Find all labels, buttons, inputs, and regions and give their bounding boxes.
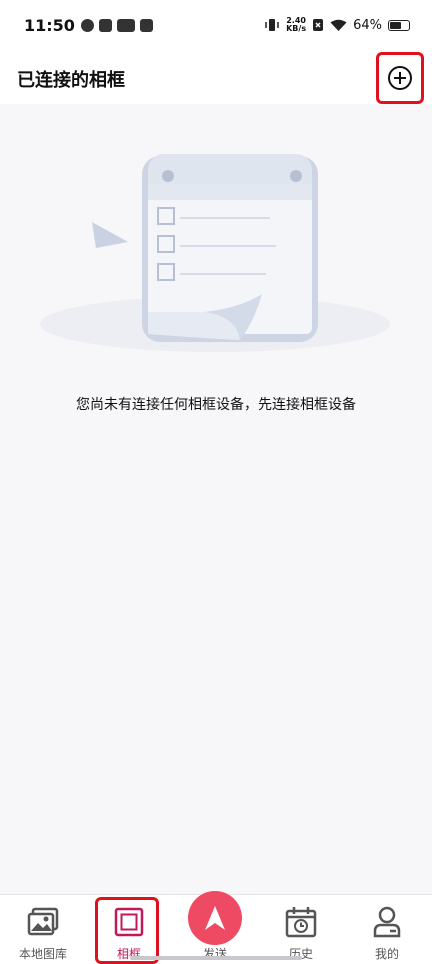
empty-state-message: 您尚未有连接任何相框设备，先连接相框设备 <box>76 397 356 413</box>
checklist-clipboard-illustration <box>40 154 390 352</box>
status-bar: 11:50 2.40 KB/s 64% <box>0 0 432 50</box>
network-speed: 2.40 KB/s <box>286 17 306 33</box>
tab-history[interactable]: 历史 <box>258 895 344 964</box>
mail-icon <box>139 18 153 32</box>
status-right: 2.40 KB/s 64% <box>264 17 410 33</box>
page-title: 已连接的相框 <box>17 70 125 91</box>
add-frame-button[interactable] <box>376 52 424 104</box>
status-time: 11:50 <box>24 15 75 35</box>
plus-circle-icon <box>388 66 412 90</box>
speed-unit: KB/s <box>286 24 307 33</box>
no-sim-icon <box>313 19 324 31</box>
profile-icon <box>370 905 404 939</box>
home-indicator[interactable] <box>130 956 302 960</box>
tab-label: 本地图库 <box>18 947 67 961</box>
send-icon <box>188 891 242 945</box>
battery-percent: 64% <box>353 17 382 33</box>
check-circle-icon <box>80 18 94 32</box>
battery-icon <box>388 19 410 31</box>
tab-send[interactable]: 发送 <box>172 891 258 964</box>
video-app-icon <box>98 18 112 32</box>
notification-icons <box>80 18 153 32</box>
history-icon <box>284 905 318 939</box>
frame-tab-highlight <box>95 897 159 964</box>
battery-fill <box>390 21 401 29</box>
main-content: 您尚未有连接任何相框设备，先连接相框设备 <box>0 104 432 894</box>
bottom-tab-bar: 本地图库 相框 发送 历史 我的 <box>0 891 432 964</box>
gallery-icon <box>26 905 60 939</box>
tab-gallery[interactable]: 本地图库 <box>0 895 86 964</box>
tab-label: 我的 <box>374 947 399 961</box>
top-bar: 已连接的相框 <box>0 50 432 104</box>
vibrate-icon <box>265 19 279 31</box>
wifi-icon <box>330 19 347 31</box>
app-badge-icon <box>116 18 135 32</box>
tab-profile[interactable]: 我的 <box>344 895 430 964</box>
